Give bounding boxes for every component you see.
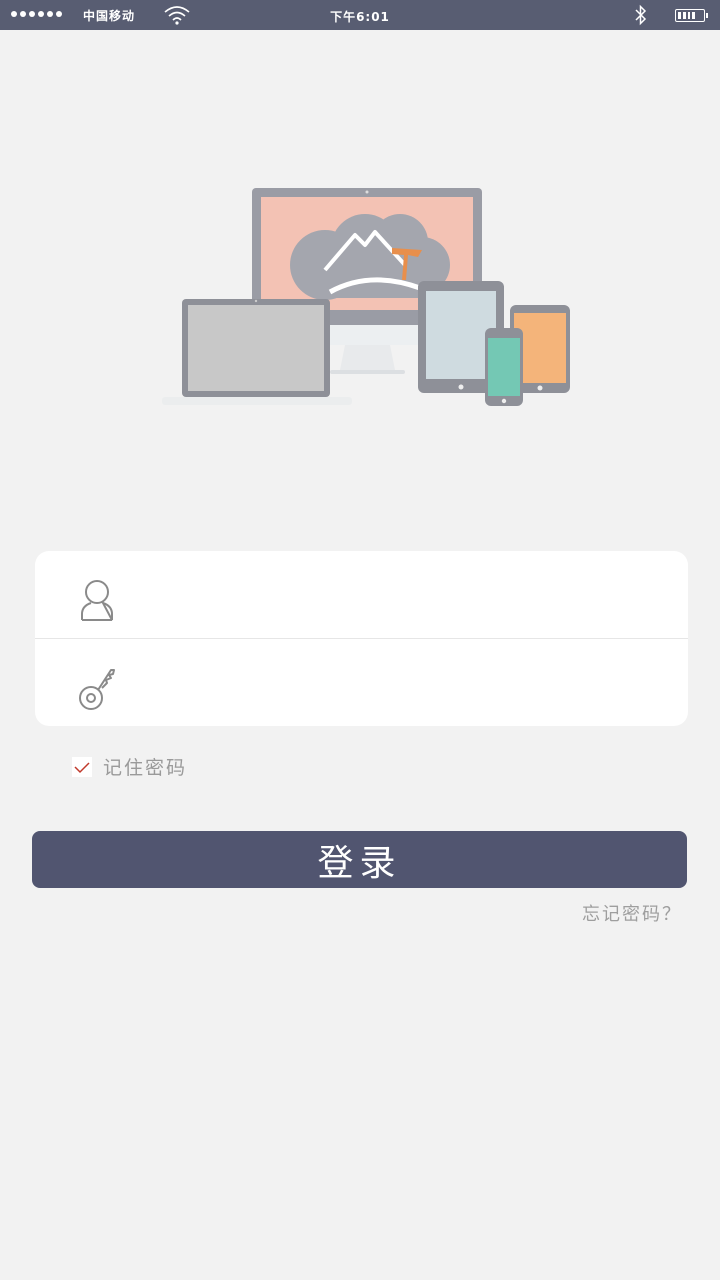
username-input[interactable] bbox=[145, 571, 665, 617]
key-icon bbox=[79, 669, 115, 710]
bluetooth-icon bbox=[635, 4, 647, 26]
remember-label: 记住密码 bbox=[103, 757, 188, 779]
login-button[interactable]: 登录 bbox=[32, 831, 687, 888]
status-time: 下午6:01 bbox=[330, 10, 390, 24]
devices-illustration bbox=[162, 188, 570, 406]
remember-password[interactable]: 记住密码 bbox=[72, 753, 187, 780]
status-bar: 中国移动 下午6:01 bbox=[0, 0, 720, 30]
password-input[interactable] bbox=[145, 659, 665, 705]
remember-checkbox[interactable] bbox=[72, 756, 92, 777]
user-icon bbox=[81, 580, 113, 621]
password-row bbox=[35, 639, 688, 726]
check-icon bbox=[74, 761, 90, 773]
forgot-password-link[interactable]: 忘记密码？ bbox=[582, 900, 682, 926]
login-card bbox=[35, 551, 688, 726]
battery-icon bbox=[675, 9, 708, 22]
username-row bbox=[35, 551, 688, 638]
